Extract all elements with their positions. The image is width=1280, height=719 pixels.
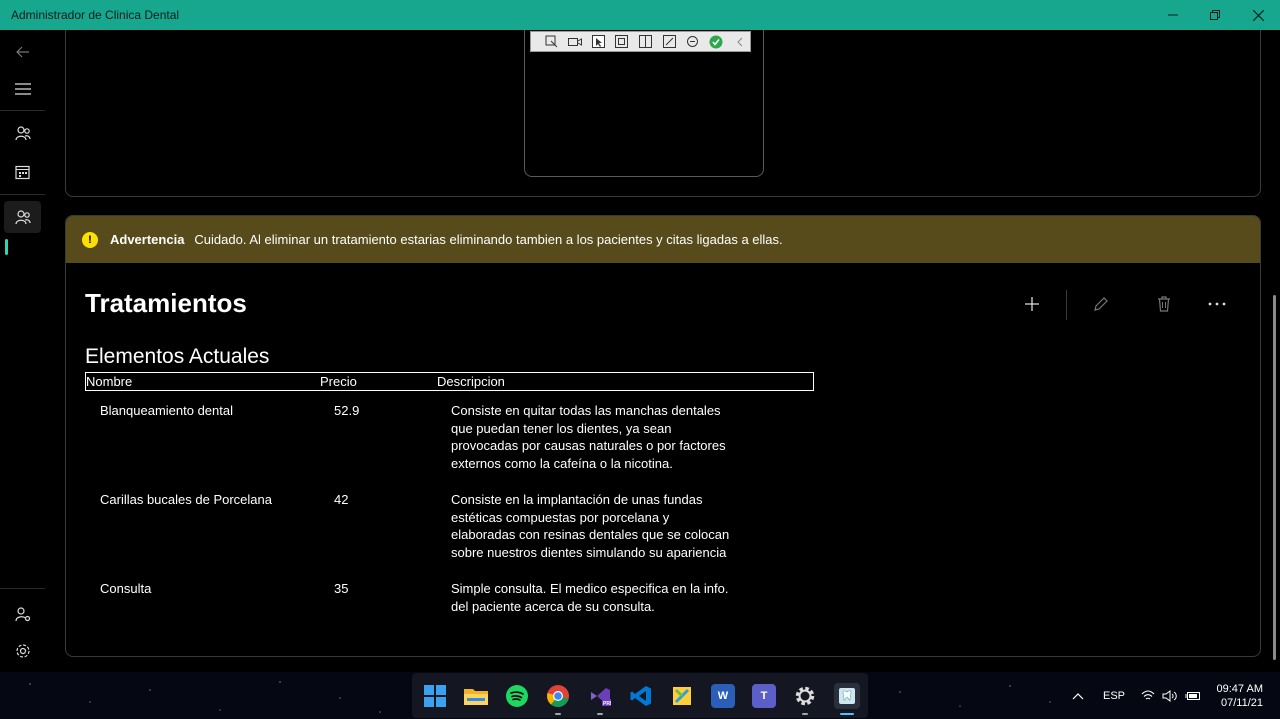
page-title: Tratamientos — [85, 288, 247, 318]
vscode-icon[interactable] — [629, 684, 653, 708]
select-element-icon[interactable] — [541, 33, 562, 50]
clock-date: 07/11/21 — [1220, 696, 1263, 709]
treatments-icon — [14, 210, 31, 225]
warning-icon: ! — [82, 231, 98, 248]
wifi-icon[interactable] — [1141, 672, 1155, 719]
visual-studio-icon[interactable]: PRE — [588, 684, 612, 708]
clock-time: 09:47 AM — [1216, 682, 1263, 695]
column-header-description: Descripcion — [437, 374, 505, 389]
language-indicator[interactable]: ESP — [1103, 672, 1125, 719]
settings-icon — [15, 644, 30, 658]
scrollbar[interactable] — [1273, 295, 1276, 660]
trash-icon — [1158, 296, 1170, 312]
chrome-icon[interactable] — [546, 684, 570, 708]
selection-indicator — [5, 239, 8, 255]
table-header: Nombre Precio Descripcion — [85, 372, 814, 391]
teams-label: T — [760, 690, 768, 702]
table-row[interactable]: Carillas bucales de Porcelana 42 Consist… — [85, 489, 814, 578]
treatment-description: Simple consulta. El medico especifica en… — [451, 581, 729, 614]
settings-icon[interactable] — [793, 684, 817, 708]
pencil-icon — [1094, 297, 1108, 311]
spotify-icon[interactable] — [505, 684, 529, 708]
check-icon[interactable] — [706, 33, 727, 50]
nav-item-patients[interactable] — [4, 117, 41, 149]
table-row[interactable]: Consulta 35 Simple consulta. El medico e… — [85, 578, 814, 638]
clock[interactable]: 09:47 AM 07/11/21 — [1206, 672, 1263, 719]
volume-icon[interactable] — [1162, 672, 1178, 719]
hamburger-menu-icon — [14, 83, 31, 95]
file-explorer-icon[interactable] — [464, 684, 488, 708]
bounds-icon[interactable] — [612, 33, 633, 50]
nav-item-treatments[interactable] — [4, 201, 41, 233]
column-header-price: Precio — [320, 374, 357, 389]
list-subtitle: Elementos Actuales — [85, 345, 270, 368]
chevron-up-icon — [1072, 692, 1084, 699]
debug-toolbar — [530, 31, 751, 52]
calendar-icon — [15, 165, 30, 179]
more-options-button[interactable] — [1197, 286, 1237, 322]
edit-button[interactable] — [1081, 286, 1121, 322]
treatment-name: Carillas bucales de Porcelana — [100, 492, 272, 507]
window-title: Administrador de Clinica Dental — [11, 8, 180, 22]
treatments-card: ! Advertencia Cuidado. Al eliminar un tr… — [65, 215, 1261, 657]
warning-title: Advertencia — [110, 232, 185, 247]
scale-icon[interactable] — [659, 33, 680, 50]
treatments-list[interactable]: Blanqueamiento dental 52.9 Consiste en q… — [85, 400, 814, 638]
word-label: W — [717, 690, 729, 702]
navigation-rail — [0, 30, 45, 672]
app-icon[interactable] — [670, 684, 694, 708]
nav-item-calendar[interactable] — [4, 156, 41, 188]
patients-icon — [14, 126, 31, 141]
layout-icon[interactable] — [635, 33, 656, 50]
treatment-description: Consiste en quitar todas las manchas den… — [451, 403, 726, 471]
treatment-description: Consiste en la implantación de unas fund… — [451, 492, 730, 560]
add-icon — [1025, 297, 1039, 311]
windows-icon[interactable] — [423, 684, 447, 708]
account-settings-icon — [14, 607, 30, 622]
nav-item-settings[interactable] — [4, 635, 41, 667]
treatment-price: 35 — [334, 581, 349, 596]
title-bar: Administrador de Clinica Dental — [0, 0, 1280, 30]
command-separator — [1066, 290, 1067, 320]
device-preview — [524, 30, 764, 177]
treatment-price: 42 — [334, 492, 349, 507]
teams-icon[interactable]: T — [752, 684, 776, 708]
show-hidden-icons-button[interactable] — [1072, 672, 1084, 719]
column-header-name: Nombre — [86, 374, 133, 389]
treatment-name: Blanqueamiento dental — [100, 403, 233, 418]
back-arrow-icon — [15, 46, 29, 58]
warning-infobar: ! Advertencia Cuidado. Al eliminar un tr… — [66, 216, 1260, 263]
treatment-name: Consulta — [100, 581, 152, 596]
maximize-button[interactable] — [1193, 0, 1237, 30]
record-icon[interactable] — [565, 33, 586, 50]
minimize-button[interactable] — [1151, 0, 1195, 30]
treatment-price: 52.9 — [334, 403, 360, 418]
delete-button[interactable] — [1144, 286, 1184, 322]
close-button[interactable] — [1236, 0, 1280, 30]
svg-text:PRE: PRE — [603, 701, 611, 707]
collapse-chevron-icon[interactable] — [730, 33, 751, 50]
pointer-icon[interactable] — [588, 33, 609, 50]
word-icon[interactable]: W — [711, 684, 735, 708]
dental-app-icon[interactable] — [834, 683, 860, 709]
nav-item-account[interactable] — [4, 598, 41, 630]
back-button[interactable] — [4, 36, 41, 68]
table-row[interactable]: Blanqueamiento dental 52.9 Consiste en q… — [85, 400, 814, 489]
add-button[interactable] — [1012, 286, 1052, 322]
battery-icon[interactable] — [1185, 672, 1201, 719]
warning-message: Cuidado. Al eliminar un tratamiento esta… — [194, 232, 783, 247]
menu-button[interactable] — [4, 73, 41, 105]
hot-reload-icon[interactable] — [682, 33, 703, 50]
taskbar: PRE W T ESP 09:47 AM 07/11/21 — [0, 672, 1280, 719]
more-icon — [1208, 302, 1226, 306]
